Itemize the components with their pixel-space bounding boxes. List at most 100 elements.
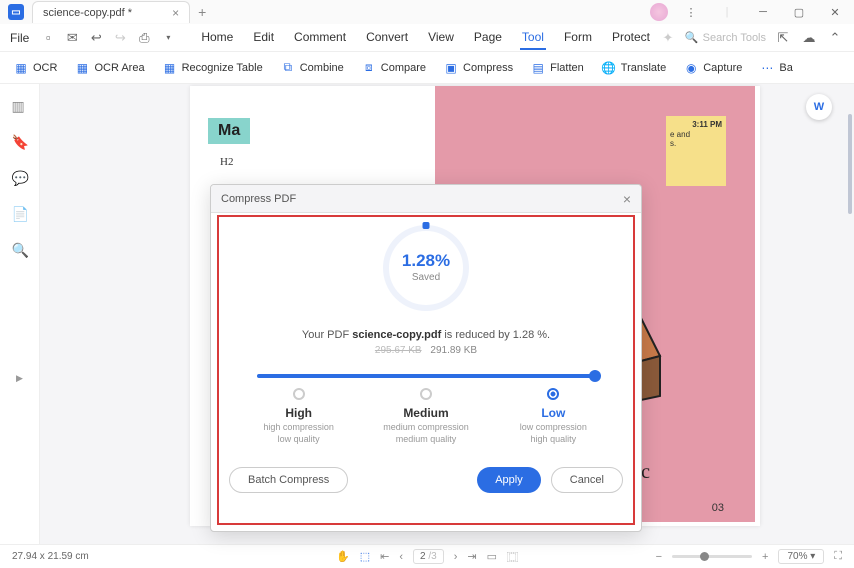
new-size: 291.89 KB	[430, 345, 477, 356]
compress-pdf-dialog: Compress PDF × 1.28% Saved Your PDF scie…	[210, 184, 642, 532]
menu-protect[interactable]: Protect	[610, 26, 652, 50]
compress-option-high[interactable]: Highhigh compressionlow quality	[238, 388, 360, 445]
tool-flatten[interactable]: ▤Flatten	[531, 61, 584, 75]
bookmarks-icon[interactable]: 🔖	[12, 134, 28, 150]
batch-compress-button[interactable]: Batch Compress	[229, 467, 348, 493]
titlebar: ▭ science-copy.pdf * × + ⋮ | ─ ▢ ✕	[0, 0, 854, 24]
tool-icon: ⧈	[362, 61, 376, 75]
maximize-button[interactable]: ▢	[786, 2, 812, 22]
attachments-icon[interactable]: 📄	[12, 206, 28, 222]
option-desc: medium compressionmedium quality	[365, 422, 487, 445]
new-tab-button[interactable]: +	[198, 4, 206, 20]
file-menu[interactable]: File	[10, 31, 29, 45]
tool-compare[interactable]: ⧈Compare	[362, 61, 426, 75]
menu-home[interactable]: Home	[199, 26, 235, 50]
page-dimensions: 27.94 x 21.59 cm	[12, 551, 89, 562]
prev-page-icon[interactable]: ‹	[399, 551, 403, 563]
tool-icon: 🌐	[602, 61, 616, 75]
dialog-header[interactable]: Compress PDF ×	[211, 185, 641, 213]
hand-tool-icon[interactable]: ✋	[336, 550, 350, 563]
thumbnails-icon[interactable]: ▥	[12, 98, 28, 114]
user-avatar[interactable]	[650, 3, 668, 21]
option-title: Low	[492, 406, 614, 420]
doc-heading: Ma	[208, 118, 250, 144]
document-tab[interactable]: science-copy.pdf * ×	[32, 1, 190, 23]
collapse-icon[interactable]: ⌃	[826, 29, 844, 47]
left-rail: ▥ 🔖 💬 📄 🔍 ▶	[0, 84, 40, 544]
menu-tool[interactable]: Tool	[520, 26, 546, 50]
tool-icon: ▦	[14, 61, 28, 75]
percent-saved: 1.28%	[383, 251, 469, 271]
tool-recognize-table[interactable]: ▦Recognize Table	[163, 61, 263, 75]
save-icon[interactable]: ▫	[39, 29, 57, 47]
cancel-button[interactable]: Cancel	[551, 467, 623, 493]
tool-icon: ▤	[531, 61, 545, 75]
last-page-icon[interactable]: ⇥	[467, 550, 476, 563]
expand-rail-icon[interactable]: ▶	[16, 373, 23, 384]
word-export-badge[interactable]: W	[806, 94, 832, 120]
doc-page-number: 03	[712, 502, 724, 514]
close-window-button[interactable]: ✕	[822, 2, 848, 22]
share-icon[interactable]: ⇱	[774, 29, 792, 47]
zoom-out-icon[interactable]: −	[656, 551, 662, 563]
dialog-close-icon[interactable]: ×	[623, 191, 631, 207]
vertical-scrollbar[interactable]	[848, 114, 852, 214]
search-panel-icon[interactable]: 🔍	[12, 242, 28, 258]
slider-thumb[interactable]	[589, 370, 601, 382]
wand-icon[interactable]: ✦	[659, 29, 677, 47]
menu-convert[interactable]: Convert	[364, 26, 410, 50]
tool-compress[interactable]: ▣Compress	[444, 61, 513, 75]
compress-option-low[interactable]: Low low compressionhigh quality	[492, 388, 614, 445]
radio-icon	[420, 388, 432, 400]
tool-icon: ▣	[444, 61, 458, 75]
mail-icon[interactable]: ✉	[63, 29, 81, 47]
apply-button[interactable]: Apply	[477, 467, 541, 493]
tool-icon: ▦	[75, 61, 89, 75]
tool-icon: ◉	[684, 61, 698, 75]
page-input[interactable]: 2 /3	[413, 549, 444, 564]
kebab-menu-icon[interactable]: ⋮	[678, 2, 704, 22]
tab-close-icon[interactable]: ×	[172, 6, 179, 20]
search-tools[interactable]: 🔍 Search Tools	[685, 31, 766, 44]
app-icon: ▭	[8, 4, 24, 20]
print-dropdown-icon[interactable]: ▾	[159, 29, 177, 47]
minimize-button[interactable]: ─	[750, 2, 776, 22]
fit-page-icon[interactable]: ⿴	[507, 549, 518, 565]
file-sizes: 295.67 KB 291.89 KB	[227, 345, 625, 356]
tool-ribbon: ▦OCR ▦OCR Area ▦Recognize Table ⧉Combine ⧈Co…	[0, 52, 854, 84]
tab-title: science-copy.pdf *	[43, 7, 132, 19]
sticky-note[interactable]: 3:11 PM e and s.	[666, 116, 726, 186]
fit-width-icon[interactable]: ▭	[487, 550, 497, 563]
print-icon[interactable]: ⎙	[135, 29, 153, 47]
zoom-slider[interactable]	[672, 555, 752, 558]
tool-translate[interactable]: 🌐Translate	[602, 61, 666, 75]
select-tool-icon[interactable]: ⬚	[360, 550, 370, 563]
menu-page[interactable]: Page	[472, 26, 504, 50]
tool-ocr-area[interactable]: ▦OCR Area	[75, 61, 144, 75]
tool-combine[interactable]: ⧉Combine	[281, 61, 344, 75]
tool-capture[interactable]: ◉Capture	[684, 61, 742, 75]
zoom-value[interactable]: 70% ▾	[778, 549, 824, 564]
tool-icon: ⋯	[760, 61, 774, 75]
tool-ocr[interactable]: ▦OCR	[14, 61, 57, 75]
comments-icon[interactable]: 💬	[12, 170, 28, 186]
undo-icon[interactable]: ↩	[87, 29, 105, 47]
next-page-icon[interactable]: ›	[454, 551, 458, 563]
radio-icon	[293, 388, 305, 400]
compress-option-medium[interactable]: Medium medium compressionmedium quality	[365, 388, 487, 445]
compress-options: Highhigh compressionlow quality Medium med…	[227, 388, 625, 445]
dialog-title: Compress PDF	[221, 193, 296, 205]
menu-comment[interactable]: Comment	[292, 26, 348, 50]
option-desc: low compressionhigh quality	[492, 422, 614, 445]
fullscreen-icon[interactable]: ⛶	[834, 550, 842, 563]
tool-ba[interactable]: ⋯Ba	[760, 61, 792, 75]
option-title: Medium	[365, 406, 487, 420]
first-page-icon[interactable]: ⇤	[380, 550, 389, 563]
menu-view[interactable]: View	[426, 26, 456, 50]
compress-level-slider[interactable]	[257, 374, 595, 378]
menu-edit[interactable]: Edit	[251, 26, 276, 50]
zoom-in-icon[interactable]: +	[762, 551, 768, 563]
menu-form[interactable]: Form	[562, 26, 594, 50]
cloud-icon[interactable]: ☁	[800, 29, 818, 47]
redo-icon[interactable]: ↪	[111, 29, 129, 47]
